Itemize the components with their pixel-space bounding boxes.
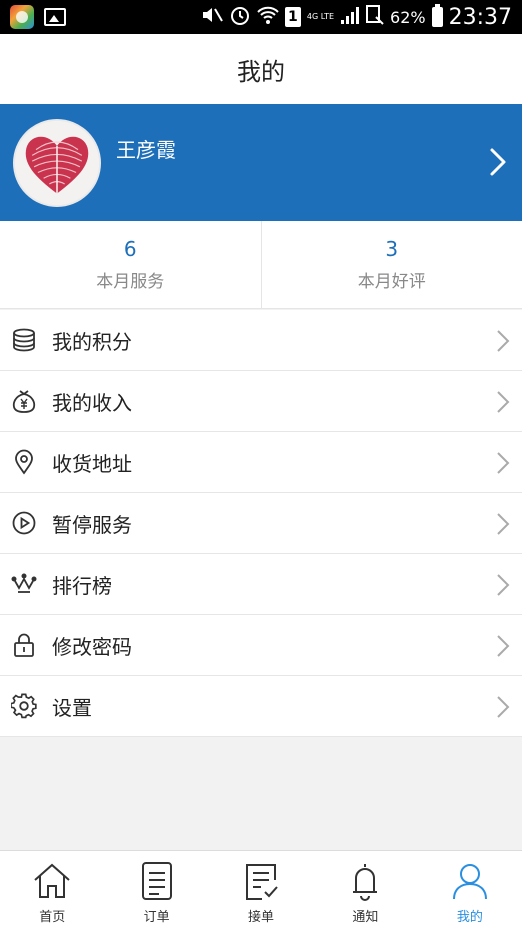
menu-item-label: 收货地址 xyxy=(52,451,132,476)
alarm-icon xyxy=(229,4,251,31)
tab-label: 接单 xyxy=(248,910,275,925)
chevron-right-icon xyxy=(497,635,510,657)
chevron-right-icon xyxy=(497,330,510,352)
tab-label: 订单 xyxy=(143,910,170,925)
stat-value: 6 xyxy=(123,237,137,261)
avatar xyxy=(13,119,101,207)
chevron-right-icon xyxy=(497,696,510,718)
status-bar: 1 4G LTE 62% 23:37 xyxy=(0,0,522,34)
menu-item-pause-service[interactable]: 暂停服务 xyxy=(0,493,522,554)
chevron-right-icon xyxy=(497,574,510,596)
menu-item-address[interactable]: 收货地址 xyxy=(0,432,522,493)
menu-item-leaderboard[interactable]: 排行榜 xyxy=(0,554,522,615)
crown-icon xyxy=(11,571,37,597)
menu-item-label: 排行榜 xyxy=(52,573,112,598)
clock: 23:37 xyxy=(448,4,512,30)
chevron-right-icon xyxy=(497,513,510,535)
image-notification-icon xyxy=(44,8,66,26)
order-list-icon xyxy=(141,862,172,900)
menu-item-label: 我的收入 xyxy=(52,390,132,415)
menu-list: 我的积分 我的收入 收货地址 暂停服务 排行榜 修改密码 设置 xyxy=(0,310,522,737)
stat-label: 本月好评 xyxy=(357,272,426,292)
bottom-tab-bar: 首页 订单 接单 通知 我的 xyxy=(0,850,522,928)
tab-notifications[interactable]: 通知 xyxy=(313,851,417,928)
tab-orders[interactable]: 订单 xyxy=(104,851,208,928)
money-bag-icon xyxy=(11,388,37,414)
location-pin-icon xyxy=(11,449,37,475)
menu-item-label: 修改密码 xyxy=(52,634,132,659)
coins-stack-icon xyxy=(11,327,37,353)
gear-icon xyxy=(11,693,37,719)
signal-icon xyxy=(340,6,360,29)
menu-item-label: 设置 xyxy=(52,695,92,720)
menu-item-change-password[interactable]: 修改密码 xyxy=(0,615,522,676)
play-circle-icon xyxy=(11,510,37,536)
wifi-icon xyxy=(257,5,279,30)
chevron-right-icon xyxy=(497,452,510,474)
stat-monthly-praise[interactable]: 3 本月好评 xyxy=(260,221,522,308)
data-saver-icon xyxy=(366,4,384,30)
chevron-right-icon xyxy=(497,391,510,413)
title-bar: 我的 xyxy=(0,34,522,104)
menu-item-label: 我的积分 xyxy=(52,329,132,354)
home-icon xyxy=(34,863,70,898)
tab-home[interactable]: 首页 xyxy=(0,851,104,928)
tab-label: 通知 xyxy=(352,910,379,925)
profile-card[interactable]: 王彦霞 xyxy=(0,104,522,221)
person-icon xyxy=(452,864,487,900)
sim-slot-icon: 1 xyxy=(284,7,301,27)
stat-label: 本月服务 xyxy=(96,272,165,292)
tab-mine[interactable]: 我的 xyxy=(418,851,522,928)
app-notification-icon xyxy=(10,5,34,29)
tab-label: 我的 xyxy=(456,910,483,925)
menu-item-settings[interactable]: 设置 xyxy=(0,676,522,737)
network-type-label: 4G LTE xyxy=(306,12,335,21)
menu-item-income[interactable]: 我的收入 xyxy=(0,371,522,432)
stat-value: 3 xyxy=(385,237,399,261)
lock-icon xyxy=(11,632,37,658)
mute-icon xyxy=(201,5,223,30)
bell-icon xyxy=(353,864,378,901)
battery-icon xyxy=(431,4,443,27)
accept-order-icon xyxy=(246,864,278,900)
battery-percent: 62% xyxy=(390,7,426,27)
menu-item-points[interactable]: 我的积分 xyxy=(0,310,522,371)
tab-accept-orders[interactable]: 接单 xyxy=(209,851,313,928)
monthly-stats: 6 本月服务 3 本月好评 xyxy=(0,221,522,309)
tab-label: 首页 xyxy=(39,910,66,925)
stat-monthly-service[interactable]: 6 本月服务 xyxy=(0,221,261,308)
menu-item-label: 暂停服务 xyxy=(52,512,132,537)
page-title: 我的 xyxy=(237,57,285,86)
profile-name: 王彦霞 xyxy=(116,138,176,162)
chevron-right-icon xyxy=(490,148,506,176)
